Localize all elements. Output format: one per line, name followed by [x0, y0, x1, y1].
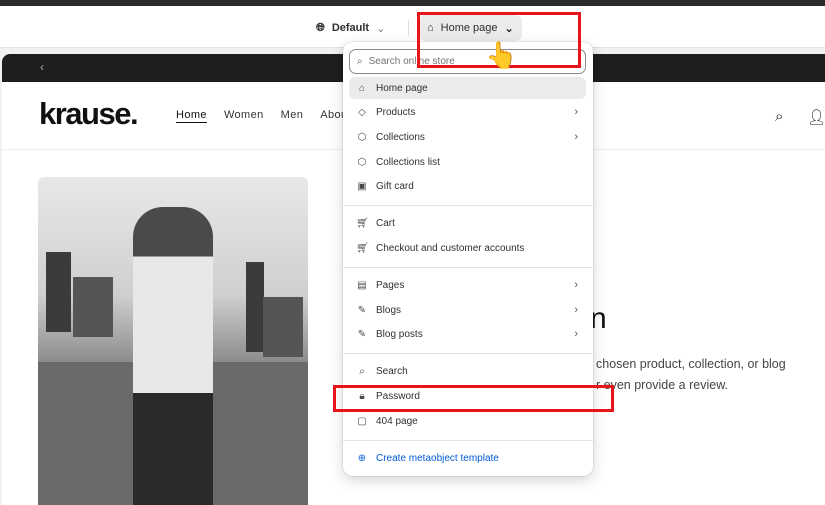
menu-item-label: Collections list — [376, 156, 440, 168]
menu-item-label: Create metaobject template — [376, 452, 499, 464]
menu-item-label: Gift card — [376, 180, 414, 192]
highlight-box-password — [333, 385, 614, 412]
chevron-right-icon: › — [574, 328, 578, 340]
nav-men[interactable]: Men — [281, 109, 304, 121]
nav-home[interactable]: Home — [176, 109, 207, 121]
page-icon: ▤ — [357, 279, 367, 291]
create-metaobject-template-button[interactable]: ⊕ Create metaobject template — [349, 447, 586, 469]
chevron-right-icon: › — [574, 131, 578, 143]
hand-cursor-icon: 👆 — [485, 40, 518, 70]
cart-icon: 🛒︎ — [356, 217, 369, 229]
divider — [343, 267, 593, 268]
menu-item-label: Blog posts — [376, 328, 423, 340]
globe-icon: 🌐︎ — [316, 21, 325, 34]
menu-item-label: Blogs — [376, 304, 402, 316]
checkout-icon: 🛒︎ — [356, 242, 369, 254]
menu-item-collections-list[interactable]: ⬡ Collections list — [349, 151, 586, 173]
menu-item-checkout[interactable]: 🛒︎ Checkout and customer accounts — [349, 237, 586, 259]
divider — [408, 20, 409, 36]
blog-post-icon: ✎ — [357, 328, 367, 340]
divider — [343, 205, 593, 206]
store-logo[interactable]: krause. — [39, 96, 139, 132]
menu-item-label: Products — [376, 106, 416, 118]
menu-item-404-page[interactable]: ▢ 404 page — [349, 410, 586, 432]
menu-item-search[interactable]: ⌕ Search — [349, 360, 586, 382]
collections-icon: ⬡ — [357, 131, 367, 143]
menu-item-pages[interactable]: ▤ Pages › — [349, 274, 586, 296]
menu-item-cart[interactable]: 🛒︎ Cart — [349, 212, 586, 234]
menu-item-label: 404 page — [376, 415, 418, 427]
hero-text: chosen product, collection, or blog — [596, 357, 786, 371]
store-nav: Home Women Men About — [176, 109, 351, 121]
menu-item-products[interactable]: ◇ Products › — [349, 101, 586, 123]
chevron-right-icon: › — [574, 304, 578, 316]
search-icon: ⌕ — [357, 56, 363, 67]
404-icon: ▢ — [357, 415, 367, 427]
theme-label: Default — [331, 22, 370, 34]
menu-item-label: Collections — [376, 131, 425, 143]
collections-list-icon: ⬡ — [357, 156, 367, 168]
menu-item-gift-card[interactable]: ▣ Gift card — [349, 175, 586, 197]
tag-icon: ◇ — [358, 106, 366, 118]
chevron-right-icon: › — [574, 106, 578, 118]
account-icon[interactable]: 👤︎ — [807, 108, 825, 126]
search-icon[interactable]: ⌕ — [775, 108, 783, 125]
search-icon: ⌕ — [359, 365, 365, 377]
menu-item-label: Home page — [376, 82, 428, 94]
hero-image — [38, 177, 308, 505]
hero-text: r even provide a review. — [596, 378, 729, 392]
blog-icon: ✎ — [357, 304, 367, 316]
divider — [343, 353, 593, 354]
menu-item-collections[interactable]: ⬡ Collections › — [349, 126, 586, 148]
chevron-right-icon: › — [574, 279, 578, 291]
divider — [343, 440, 593, 441]
chevron-down-icon: ⌄ — [376, 22, 386, 35]
menu-item-label: Search — [376, 365, 408, 377]
home-icon: ⌂ — [358, 82, 366, 94]
gift-card-icon: ▣ — [357, 180, 367, 192]
theme-selector[interactable]: 🌐︎ Default ⌄ — [308, 15, 393, 41]
menu-item-label: Pages — [376, 279, 405, 291]
plus-circle-icon: ⊕ — [357, 452, 367, 464]
menu-item-blog-posts[interactable]: ✎ Blog posts › — [349, 323, 586, 345]
chevron-left-icon[interactable]: ‹ — [40, 60, 44, 74]
menu-item-blogs[interactable]: ✎ Blogs › — [349, 299, 586, 321]
menu-item-label: Cart — [376, 217, 395, 229]
menu-item-home-page[interactable]: ⌂ Home page — [349, 77, 586, 99]
nav-women[interactable]: Women — [224, 109, 264, 121]
menu-item-label: Checkout and customer accounts — [376, 242, 525, 254]
